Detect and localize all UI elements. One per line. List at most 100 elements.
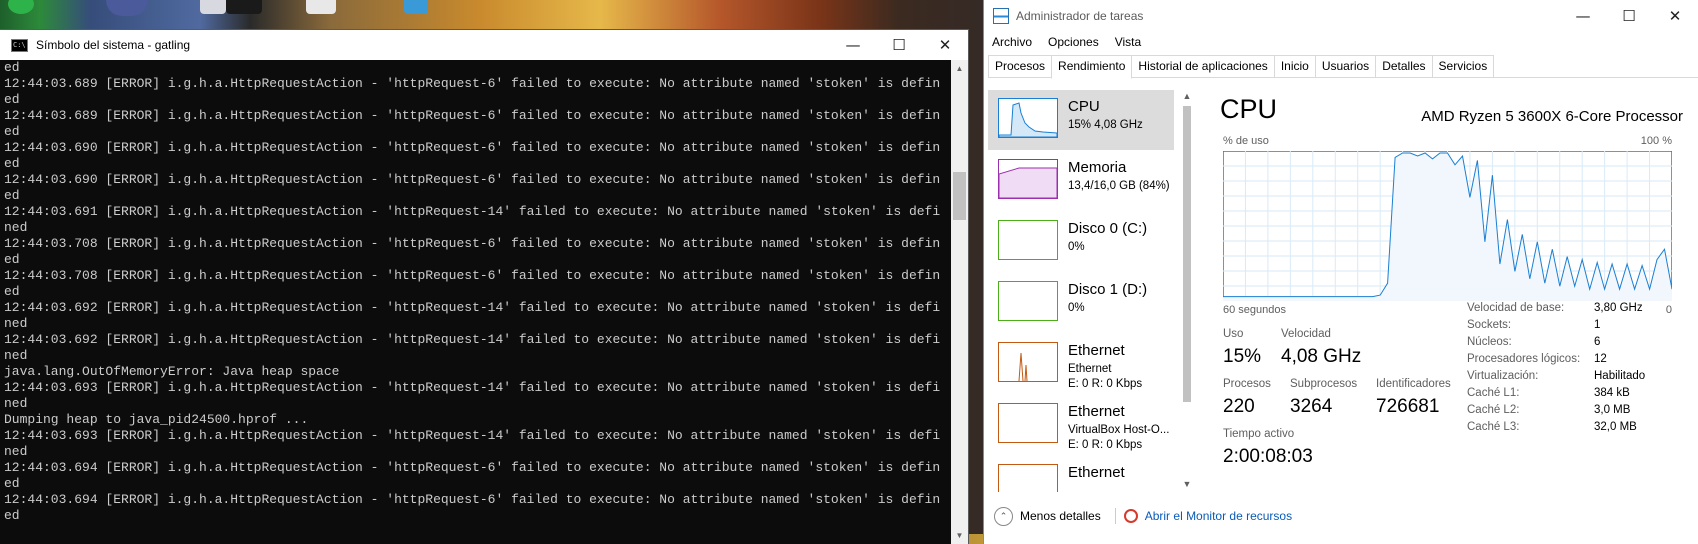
detail-key: Caché L2: — [1467, 404, 1520, 416]
sidebar-item-label: Ethernet — [1068, 342, 1125, 359]
tab-procesos[interactable]: Procesos — [988, 55, 1053, 77]
cmd-scrollbar[interactable]: ▲ ▼ — [951, 60, 968, 544]
sidebar-item-throughput: E: 0 R: 0 Kbps — [1068, 439, 1143, 451]
scroll-down-arrow-icon[interactable]: ▼ — [1179, 476, 1195, 492]
stat-velocidad-value: 4,08 GHz — [1281, 346, 1362, 367]
menu-vista[interactable]: Vista — [1107, 32, 1149, 52]
close-button[interactable]: ✕ — [1652, 0, 1698, 32]
cpu-usage-graph — [1223, 151, 1672, 301]
detail-value: 384 kB — [1594, 387, 1630, 399]
terminal-line: 12:44:03.694 [ERROR] i.g.h.a.HttpRequest… — [4, 460, 941, 475]
close-button[interactable]: ✕ — [922, 30, 968, 60]
sidebar-item-detail: 0% — [1068, 302, 1085, 314]
terminal-output[interactable]: ed 12:44:03.689 [ERROR] i.g.h.a.HttpReque… — [4, 60, 964, 544]
scroll-thumb[interactable] — [953, 172, 966, 220]
tm-titlebar[interactable]: Administrador de tareas — ☐ ✕ — [984, 0, 1698, 32]
sidebar-item-ethernet-1[interactable]: Ethernet Ethernet E: 0 R: 0 Kbps — [988, 334, 1174, 394]
terminal-line: ed — [4, 284, 20, 299]
performance-sidebar: CPU 15% 4,08 GHz Memoria 13,4/16,0 GB (84%)… — [988, 88, 1174, 492]
detail-key: Velocidad de base: — [1467, 302, 1565, 314]
terminal-line: java.lang.OutOfMemoryError: Java heap sp… — [4, 364, 340, 379]
terminal-line: 12:44:03.693 [ERROR] i.g.h.a.HttpRequest… — [4, 380, 941, 395]
cmd-titlebar[interactable]: C:\ Símbolo del sistema - gatling — ☐ ✕ — [0, 30, 968, 60]
maximize-button[interactable]: ☐ — [876, 30, 922, 60]
terminal-line: 12:44:03.708 [ERROR] i.g.h.a.HttpRequest… — [4, 236, 941, 251]
tm-window-title: Administrador de tareas — [1016, 9, 1144, 23]
detail-key: Caché L3: — [1467, 421, 1520, 433]
stat-identificadores-label: Identificadores — [1376, 378, 1451, 390]
terminal-line: ned — [4, 396, 28, 411]
sidebar-item-disco-0-c[interactable]: Disco 0 (C:) 0% — [988, 212, 1174, 272]
terminal-line: ed — [4, 92, 20, 107]
sidebar-item-disco-1-d[interactable]: Disco 1 (D:) 0% — [988, 273, 1174, 333]
minimize-button[interactable]: — — [830, 30, 876, 60]
terminal-line: ed — [4, 156, 20, 171]
sidebar-item-memoria[interactable]: Memoria 13,4/16,0 GB (84%) — [988, 151, 1174, 211]
tab-strip: Procesos Rendimiento Historial de aplica… — [988, 55, 1698, 79]
sidebar-thumbnail-graph — [998, 464, 1058, 492]
terminal-line: Dumping heap to java_pid24500.hprof ... — [4, 412, 309, 427]
sidebar-item-label: Disco 0 (C:) — [1068, 220, 1148, 237]
stat-uso-label: Uso — [1223, 328, 1244, 340]
graph-label-window: 60 segundos — [1223, 304, 1286, 316]
command-prompt-window[interactable]: C:\ Símbolo del sistema - gatling — ☐ ✕ … — [0, 30, 968, 544]
minimize-button[interactable]: — — [1560, 0, 1606, 32]
menu-opciones[interactable]: Opciones — [1040, 32, 1107, 52]
menu-archivo[interactable]: Archivo — [984, 32, 1040, 52]
tab-servicios[interactable]: Servicios — [1431, 55, 1495, 77]
terminal-line: 12:44:03.708 [ERROR] i.g.h.a.HttpRequest… — [4, 268, 941, 283]
open-resource-monitor-link[interactable]: Abrir el Monitor de recursos — [1145, 509, 1292, 523]
sidebar-scrollbar[interactable]: ▲ ▼ — [1179, 88, 1195, 492]
cpu-heading: CPU — [1220, 94, 1278, 124]
stat-subprocesos-label: Subprocesos — [1290, 378, 1358, 390]
terminal-line: ed — [4, 476, 20, 491]
fewer-details-button[interactable]: Menos detalles — [1020, 509, 1101, 523]
scroll-thumb[interactable] — [1183, 106, 1191, 402]
chevron-up-icon[interactable]: ⌃ — [994, 506, 1013, 526]
detail-key: Procesadores lógicos: — [1467, 353, 1581, 365]
terminal-line: 12:44:03.690 [ERROR] i.g.h.a.HttpRequest… — [4, 140, 941, 155]
tab-rendimiento[interactable]: Rendimiento — [1051, 55, 1133, 79]
cpu-model: AMD Ryzen 5 3600X 6-Core Processor — [1421, 108, 1683, 125]
sidebar-item-label: CPU — [1068, 98, 1100, 115]
terminal-line: ed — [4, 124, 20, 139]
stat-tiempo-value: 2:00:08:03 — [1223, 446, 1313, 467]
terminal-line: ned — [4, 444, 28, 459]
terminal-line: ned — [4, 348, 28, 363]
terminal-line: 12:44:03.691 [ERROR] i.g.h.a.HttpRequest… — [4, 204, 941, 219]
sidebar-item-cpu[interactable]: CPU 15% 4,08 GHz — [988, 90, 1174, 150]
terminal-line: 12:44:03.692 [ERROR] i.g.h.a.HttpRequest… — [4, 300, 941, 315]
sidebar-item-ethernet-3[interactable]: Ethernet — [988, 456, 1174, 492]
sidebar-item-ethernet-2[interactable]: Ethernet VirtualBox Host-O... E: 0 R: 0 Kb… — [988, 395, 1174, 455]
stat-procesos-value: 220 — [1223, 396, 1255, 417]
tab-usuarios[interactable]: Usuarios — [1314, 55, 1377, 77]
sidebar-item-label: Ethernet — [1068, 464, 1125, 481]
detail-key: Virtualización: — [1467, 370, 1539, 382]
castle-image-icon[interactable] — [200, 0, 226, 14]
terminal-line: ed — [4, 508, 20, 523]
terminal-icon: C:\ — [11, 38, 28, 52]
sidebar-item-label: Ethernet — [1068, 403, 1125, 420]
terminal-line: 12:44:03.689 [ERROR] i.g.h.a.HttpRequest… — [4, 76, 941, 91]
terminal-line: 12:44:03.693 [ERROR] i.g.h.a.HttpRequest… — [4, 428, 941, 443]
sidebar-item-label: Disco 1 (D:) — [1068, 281, 1148, 298]
tab-detalles[interactable]: Detalles — [1375, 55, 1433, 77]
scroll-up-arrow-icon[interactable]: ▲ — [951, 60, 968, 77]
terminal-line: 12:44:03.690 [ERROR] i.g.h.a.HttpRequest… — [4, 172, 941, 187]
scroll-down-arrow-icon[interactable]: ▼ — [951, 527, 968, 544]
detail-key: Sockets: — [1467, 319, 1512, 331]
tab-inicio[interactable]: Inicio — [1273, 55, 1316, 77]
folder-icon[interactable] — [404, 0, 428, 14]
desktop-file-icon[interactable] — [226, 0, 262, 14]
detail-value: 3,0 MB — [1594, 404, 1631, 416]
maximize-button[interactable]: ☐ — [1606, 0, 1652, 32]
document-icon[interactable] — [306, 0, 336, 14]
tab-historial[interactable]: Historial de aplicaciones — [1131, 55, 1275, 77]
task-manager-icon — [993, 8, 1009, 24]
stat-subprocesos-value: 3264 — [1290, 396, 1333, 417]
graph-label-usage: % de uso — [1223, 135, 1269, 147]
terminal-line: 12:44:03.692 [ERROR] i.g.h.a.HttpRequest… — [4, 332, 941, 347]
scroll-up-arrow-icon[interactable]: ▲ — [1179, 88, 1195, 104]
sidebar-thumbnail-graph — [998, 220, 1058, 260]
terminal-line: ned — [4, 316, 28, 331]
